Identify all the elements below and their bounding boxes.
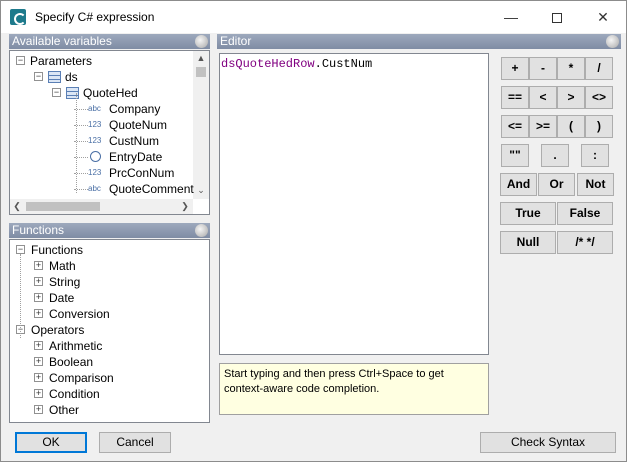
pin-icon[interactable] [195, 224, 208, 237]
ok-button[interactable]: OK [15, 432, 87, 453]
pin-icon[interactable] [195, 35, 208, 48]
code-member: .CustNum [314, 57, 373, 71]
horizontal-scrollbar[interactable]: ❮ ❯ [10, 199, 193, 214]
operator-button[interactable]: Null [500, 231, 556, 254]
operator-button[interactable]: < [529, 86, 557, 109]
operator-button[interactable]: "" [501, 144, 529, 167]
operator-button-not[interactable]: Not [577, 173, 614, 196]
operator-button[interactable]: / [585, 57, 613, 80]
title-bar: Specify C# expression — ✕ [1, 1, 626, 33]
functions-tree[interactable]: − Functions + Math + String + Date + Conversion − O… [9, 239, 210, 423]
tree-connector [20, 254, 21, 338]
tree-item-math[interactable]: Math [49, 258, 76, 274]
scroll-right-icon[interactable]: ❯ [178, 199, 192, 214]
scroll-thumb[interactable] [196, 67, 206, 77]
close-button[interactable]: ✕ [580, 1, 626, 33]
completion-hint: Start typing and then press Ctrl+Space t… [219, 363, 489, 415]
scroll-left-icon[interactable]: ❮ [10, 199, 24, 214]
tree-item-quotecomment[interactable]: QuoteComment [109, 181, 194, 197]
minimize-button[interactable]: — [488, 1, 534, 33]
operator-button[interactable]: == [501, 86, 529, 109]
operator-button-or[interactable]: Or [538, 173, 575, 196]
operator-button[interactable]: - [529, 57, 557, 80]
operator-button-and[interactable]: And [500, 173, 537, 196]
tree-item-date[interactable]: Date [49, 290, 74, 306]
tree-item-boolean[interactable]: Boolean [49, 354, 93, 370]
operator-button[interactable]: >= [529, 115, 557, 138]
number-type-icon: 123 [88, 120, 102, 129]
vertical-scrollbar[interactable]: ▲ ⌄ [193, 51, 209, 199]
editor-header: Editor [217, 34, 621, 49]
collapse-icon[interactable]: − [34, 72, 43, 81]
operator-button[interactable]: : [581, 144, 609, 167]
operator-button[interactable]: . [541, 144, 569, 167]
expand-icon[interactable]: + [34, 277, 43, 286]
code-variable: dsQuoteHedRow [221, 57, 315, 71]
variables-tree[interactable]: ▲ ⌄ ❮ ❯ − Parameters − ds − QuoteHed abc Compan… [9, 50, 210, 215]
check-syntax-button[interactable]: Check Syntax [480, 432, 616, 453]
tree-item-conversion[interactable]: Conversion [49, 306, 110, 322]
functions-title: Functions [12, 223, 65, 237]
tree-item-comparison[interactable]: Comparison [49, 370, 114, 386]
window-title: Specify C# expression [35, 10, 155, 24]
app-logo-icon [10, 9, 26, 25]
tree-item-arithmetic[interactable]: Arithmetic [49, 338, 102, 354]
available-variables-header: Available variables [9, 34, 210, 49]
expand-icon[interactable]: + [34, 373, 43, 382]
operator-button[interactable]: * [557, 57, 585, 80]
tree-item-string[interactable]: String [49, 274, 80, 290]
string-type-icon: abc [88, 104, 101, 113]
number-type-icon: 123 [88, 136, 102, 145]
scroll-up-icon[interactable]: ▲ [193, 51, 209, 65]
operator-button[interactable]: True [500, 202, 556, 225]
operator-button[interactable]: ) [585, 115, 613, 138]
operator-button[interactable]: <> [585, 86, 613, 109]
tree-item-ds[interactable]: ds [65, 69, 78, 85]
dataset-icon [48, 71, 61, 83]
tree-item-entrydate[interactable]: EntryDate [109, 149, 162, 165]
tree-item-quotenum[interactable]: QuoteNum [109, 117, 167, 133]
expand-icon[interactable]: + [34, 405, 43, 414]
number-type-icon: 123 [88, 168, 102, 177]
collapse-icon[interactable]: − [16, 245, 25, 254]
expand-icon[interactable]: + [34, 357, 43, 366]
tree-item-custnum[interactable]: CustNum [109, 133, 159, 149]
functions-header: Functions [9, 223, 210, 238]
collapse-icon[interactable]: − [52, 88, 61, 97]
maximize-icon [552, 13, 562, 24]
tree-item-other[interactable]: Other [49, 402, 79, 418]
operator-button[interactable]: ( [557, 115, 585, 138]
expand-icon[interactable]: + [34, 309, 43, 318]
table-icon [66, 87, 79, 99]
editor-title: Editor [220, 34, 252, 48]
tree-item-parameters[interactable]: Parameters [30, 53, 92, 69]
tree-item-operators[interactable]: Operators [31, 322, 84, 338]
available-variables-title: Available variables [12, 34, 112, 48]
expand-icon[interactable]: + [34, 293, 43, 302]
tree-item-prcconnum[interactable]: PrcConNum [109, 165, 174, 181]
expression-dialog: Specify C# expression — ✕ Available vari… [0, 0, 627, 462]
operator-button[interactable]: <= [501, 115, 529, 138]
collapse-icon[interactable]: − [16, 56, 25, 65]
scroll-thumb[interactable] [26, 202, 100, 211]
expand-icon[interactable]: + [34, 261, 43, 270]
tree-item-quotehed[interactable]: QuoteHed [83, 85, 138, 101]
tree-connector [76, 93, 77, 193]
operator-button[interactable]: /* */ [557, 231, 613, 254]
tree-item-condition[interactable]: Condition [49, 386, 100, 402]
expand-icon[interactable]: + [34, 389, 43, 398]
tree-item-company[interactable]: Company [109, 101, 160, 117]
string-type-icon: abc [88, 184, 101, 193]
pin-icon[interactable] [606, 35, 619, 48]
operator-button[interactable]: False [557, 202, 613, 225]
maximize-button[interactable] [534, 1, 580, 33]
operator-button[interactable]: > [557, 86, 585, 109]
expand-icon[interactable]: + [34, 341, 43, 350]
operator-button[interactable]: + [501, 57, 529, 80]
date-type-icon [90, 151, 101, 162]
scroll-down-icon[interactable]: ⌄ [193, 183, 209, 197]
cancel-button[interactable]: Cancel [99, 432, 171, 453]
tree-item-functions[interactable]: Functions [31, 242, 83, 258]
code-editor[interactable]: dsQuoteHedRow.CustNum [219, 53, 489, 355]
